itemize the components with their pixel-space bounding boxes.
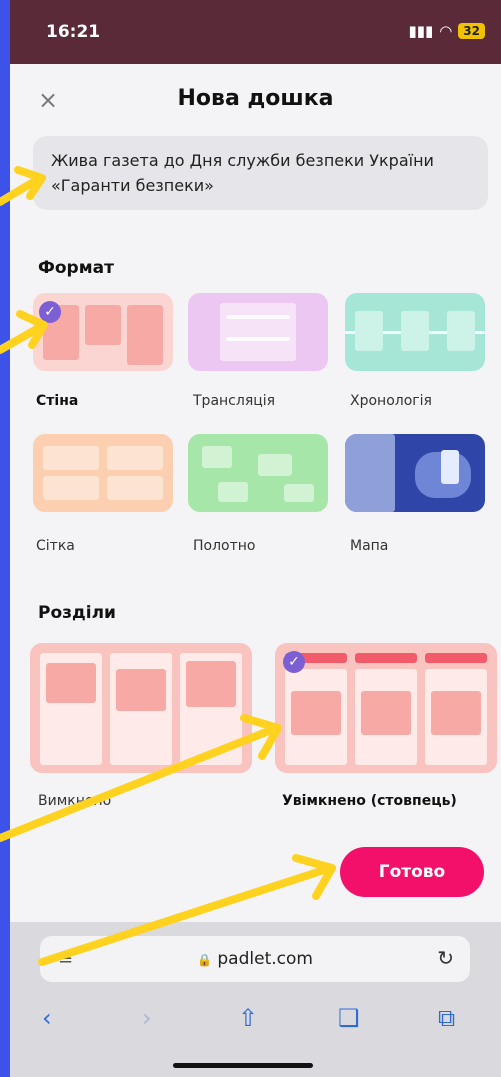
arrow-to-sections-icon: [0, 724, 280, 842]
annotation-arrows: [0, 166, 336, 966]
arrow-to-done-icon: [38, 864, 334, 966]
